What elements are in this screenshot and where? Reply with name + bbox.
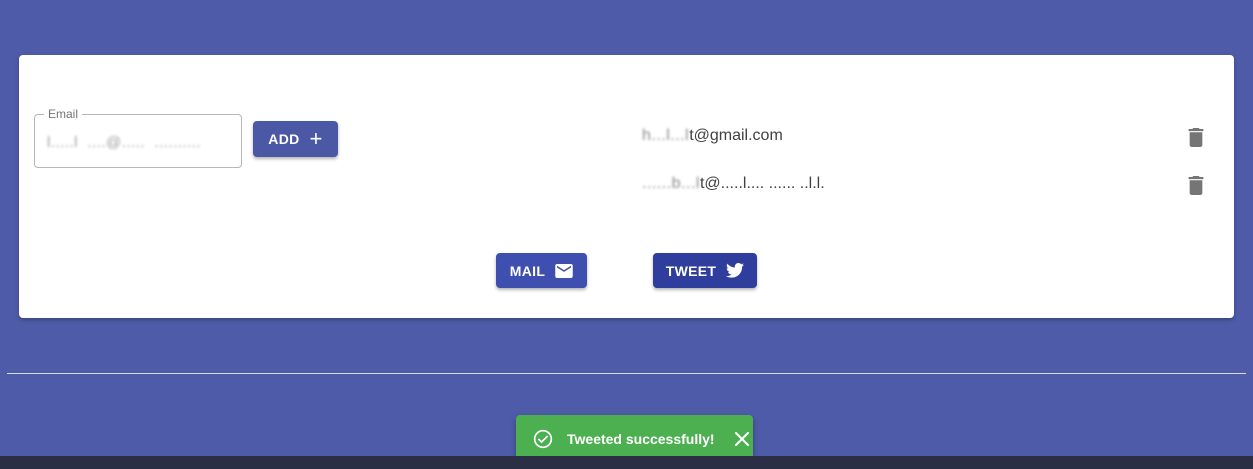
envelope-icon bbox=[555, 263, 573, 278]
close-icon[interactable] bbox=[734, 431, 749, 446]
email-field-label: Email bbox=[44, 107, 83, 121]
recipient-email: ......b...lt@.....l.... ...... ..l.l. bbox=[642, 175, 825, 193]
tweet-button-label: TWEET bbox=[665, 262, 717, 279]
add-button[interactable]: ADD + bbox=[253, 121, 338, 157]
delete-recipient-button[interactable] bbox=[1186, 125, 1206, 149]
check-circle-icon bbox=[533, 429, 553, 449]
twitter-bird-icon bbox=[726, 263, 745, 278]
tweet-button[interactable]: TWEET bbox=[653, 253, 757, 288]
trash-icon bbox=[1188, 127, 1204, 147]
recipient-email: h...l...lt@gmail.com bbox=[642, 127, 783, 145]
recipient-email-domain: t@gmail.com bbox=[689, 127, 783, 144]
trash-icon bbox=[1188, 175, 1204, 195]
email-field[interactable]: Email bbox=[34, 107, 242, 168]
divider bbox=[7, 373, 1246, 374]
recipient-email-domain: t@.....l.... ...... ..l.l. bbox=[699, 175, 825, 192]
mail-button[interactable]: MAIL bbox=[496, 253, 587, 288]
recipients-card: Email ADD + h...l...lt@gmail.com ......b… bbox=[19, 55, 1234, 318]
footer-bar bbox=[0, 456, 1253, 469]
delete-recipient-button[interactable] bbox=[1186, 173, 1206, 197]
recipient-email-prefix: ......b...l bbox=[642, 175, 700, 192]
email-input[interactable] bbox=[47, 131, 231, 153]
snackbar-message: Tweeted successfully! bbox=[567, 430, 715, 447]
success-snackbar: Tweeted successfully! bbox=[516, 415, 753, 462]
plus-icon: + bbox=[309, 126, 323, 151]
recipient-email-prefix: h...l...l bbox=[642, 127, 690, 144]
add-button-label: ADD bbox=[268, 131, 300, 147]
mail-button-label: MAIL bbox=[509, 262, 546, 279]
